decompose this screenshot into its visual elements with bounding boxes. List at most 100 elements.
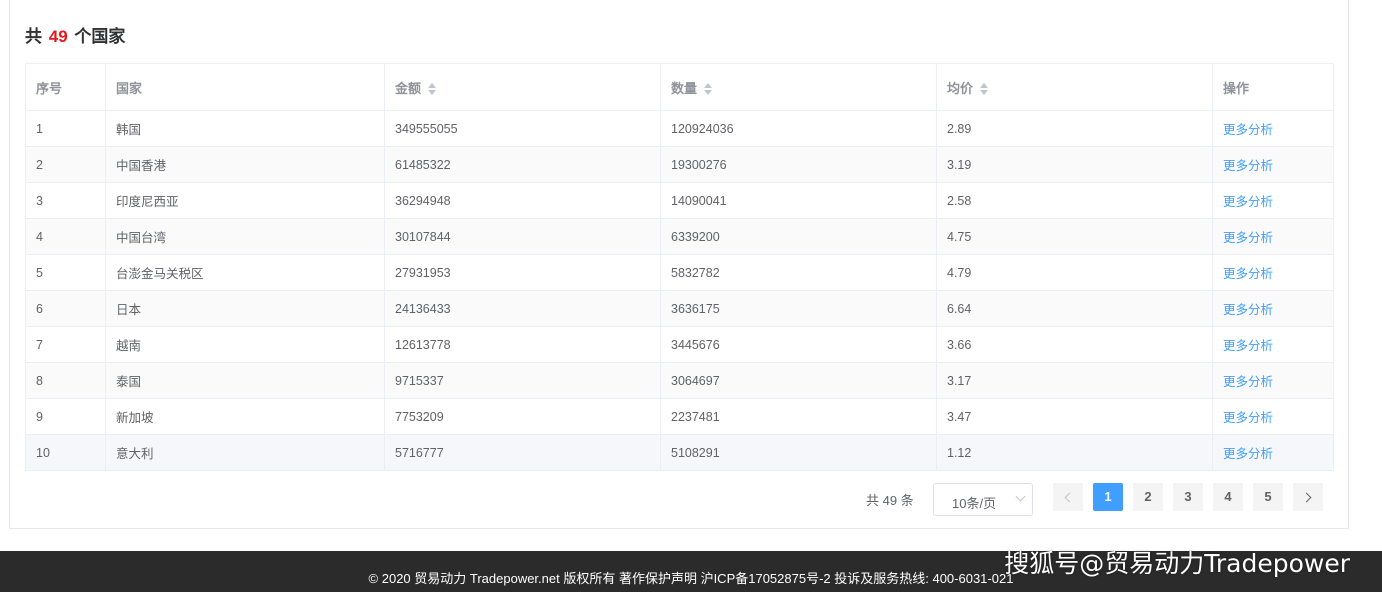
more-analysis-link[interactable]: 更多分析 [1223,447,1273,461]
cell-country: 中国台湾 [105,218,385,255]
cell-amount: 5716777 [384,434,661,471]
cell-action: 更多分析 [1212,182,1334,219]
cell-action: 更多分析 [1212,146,1334,183]
cell-price: 4.75 [936,218,1213,255]
cell-country: 越南 [105,326,385,363]
cell-index: 5 [25,254,106,291]
cell-index: 7 [25,326,106,363]
cell-price: 3.47 [936,398,1213,435]
column-header-action: 操作 [1212,63,1334,111]
page: 共 49 个国家 序号 国家 金额 数量 均价 操作 1 韩国 34955505… [0,0,1382,592]
cell-quantity: 3445676 [660,326,937,363]
cell-action: 更多分析 [1212,326,1334,363]
cell-action: 更多分析 [1212,434,1334,471]
table-row: 6 日本 24136433 3636175 6.64 更多分析 [25,290,1334,327]
cell-price: 3.17 [936,362,1213,399]
more-analysis-link[interactable]: 更多分析 [1223,195,1273,209]
cell-country: 台澎金马关税区 [105,254,385,291]
cell-index: 2 [25,146,106,183]
cell-amount: 12613778 [384,326,661,363]
title-prefix: 共 [25,27,42,46]
cell-action: 更多分析 [1212,218,1334,255]
column-header-price[interactable]: 均价 [936,63,1213,111]
cell-quantity: 6339200 [660,218,937,255]
page-button-5[interactable]: 5 [1253,483,1283,511]
cell-price: 4.79 [936,254,1213,291]
table-header-row: 序号 国家 金额 数量 均价 操作 [25,63,1334,111]
cell-quantity: 14090041 [660,182,937,219]
more-analysis-link[interactable]: 更多分析 [1223,303,1273,317]
page-button-1[interactable]: 1 [1093,483,1123,511]
cell-action: 更多分析 [1212,254,1334,291]
cell-amount: 349555055 [384,110,661,147]
cell-action: 更多分析 [1212,290,1334,327]
page-title: 共 49 个国家 [25,22,125,47]
cell-amount: 61485322 [384,146,661,183]
sort-icon[interactable] [427,82,437,96]
cell-price: 6.64 [936,290,1213,327]
sort-icon[interactable] [703,82,713,96]
cell-quantity: 19300276 [660,146,937,183]
next-page-button[interactable] [1293,483,1323,511]
cell-action: 更多分析 [1212,110,1334,147]
cell-country: 意大利 [105,434,385,471]
cell-amount: 30107844 [384,218,661,255]
cell-index: 8 [25,362,106,399]
cell-country: 韩国 [105,110,385,147]
column-header-amount[interactable]: 金额 [384,63,661,111]
cell-amount: 9715337 [384,362,661,399]
table-row: 7 越南 12613778 3445676 3.66 更多分析 [25,326,1334,363]
cell-country: 印度尼西亚 [105,182,385,219]
cell-index: 4 [25,218,106,255]
cell-country: 日本 [105,290,385,327]
sort-icon[interactable] [979,82,989,96]
page-button-4[interactable]: 4 [1213,483,1243,511]
page-size-select[interactable]: 10条/页 [933,483,1033,516]
cell-price: 1.12 [936,434,1213,471]
watermark: 搜狐号@贸易动力Tradepower [1004,549,1350,578]
prev-page-button[interactable] [1053,483,1083,511]
cell-price: 3.19 [936,146,1213,183]
table-row: 5 台澎金马关税区 27931953 5832782 4.79 更多分析 [25,254,1334,291]
cell-quantity: 3636175 [660,290,937,327]
more-analysis-link[interactable]: 更多分析 [1223,231,1273,245]
table-row: 2 中国香港 61485322 19300276 3.19 更多分析 [25,146,1334,183]
table-row: 4 中国台湾 30107844 6339200 4.75 更多分析 [25,218,1334,255]
cell-index: 9 [25,398,106,435]
chevron-right-icon [1301,492,1312,503]
cell-price: 3.66 [936,326,1213,363]
table-row: 3 印度尼西亚 36294948 14090041 2.58 更多分析 [25,182,1334,219]
table-row: 1 韩国 349555055 120924036 2.89 更多分析 [25,110,1334,147]
cell-index: 10 [25,434,106,471]
cell-quantity: 5832782 [660,254,937,291]
page-button-2[interactable]: 2 [1133,483,1163,511]
title-suffix: 个国家 [74,27,126,46]
cell-index: 3 [25,182,106,219]
cell-country: 泰国 [105,362,385,399]
more-analysis-link[interactable]: 更多分析 [1223,339,1273,353]
cell-price: 2.58 [936,182,1213,219]
pagination-total: 共 49 条 [866,493,914,508]
cell-country: 中国香港 [105,146,385,183]
column-header-country: 国家 [105,63,385,111]
column-header-index: 序号 [25,63,106,111]
pagination: 共 49 条 10条/页 1 2 3 4 5 [0,483,1382,516]
cell-index: 1 [25,110,106,147]
cell-index: 6 [25,290,106,327]
cell-quantity: 3064697 [660,362,937,399]
more-analysis-link[interactable]: 更多分析 [1223,411,1273,425]
cell-action: 更多分析 [1212,398,1334,435]
table-row: 10 意大利 5716777 5108291 1.12 更多分析 [25,434,1334,471]
column-header-quantity[interactable]: 数量 [660,63,937,111]
page-button-3[interactable]: 3 [1173,483,1203,511]
more-analysis-link[interactable]: 更多分析 [1223,159,1273,173]
more-analysis-link[interactable]: 更多分析 [1223,375,1273,389]
cell-quantity: 120924036 [660,110,937,147]
chevron-down-icon [1015,491,1026,502]
chevron-left-icon [1064,492,1075,503]
more-analysis-link[interactable]: 更多分析 [1223,123,1273,137]
country-count: 49 [48,27,68,46]
table-row: 8 泰国 9715337 3064697 3.17 更多分析 [25,362,1334,399]
cell-amount: 7753209 [384,398,661,435]
more-analysis-link[interactable]: 更多分析 [1223,267,1273,281]
